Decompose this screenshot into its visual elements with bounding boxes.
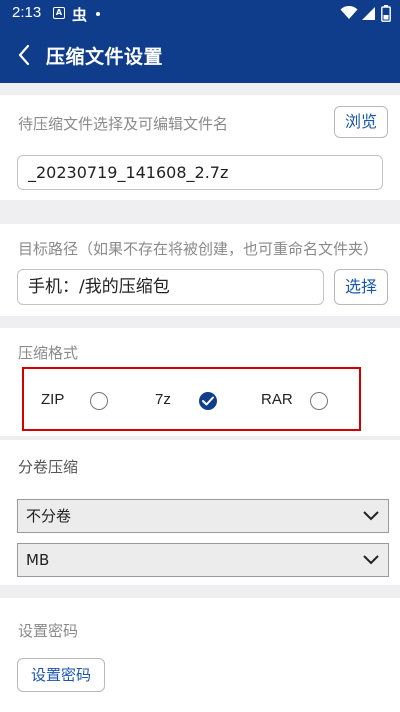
split-mode-selected: 不分卷 (26, 507, 72, 525)
split-volume-label: 分卷压缩 (18, 458, 79, 476)
split-mode-dropdown[interactable]: 不分卷 (17, 499, 389, 533)
status-time: 2:13 (12, 4, 42, 21)
format-options-highlight: ZIP 7z RAR (22, 367, 361, 431)
split-volume-section: 分卷压缩 不分卷 MB (0, 440, 400, 585)
format-radio-zip[interactable] (90, 392, 108, 410)
filename-section-label: 待压缩文件选择及可编辑文件名 (18, 115, 229, 133)
checkmark-icon (202, 396, 214, 406)
cellular-signal-icon (362, 7, 375, 20)
format-option-rar-label: RAR (261, 391, 293, 408)
password-section: 设置密码 设置密码 (0, 598, 400, 712)
status-bar: 2:13 A 虫 (0, 0, 400, 27)
split-unit-dropdown[interactable]: MB (17, 543, 389, 577)
chevron-down-icon (363, 555, 379, 565)
format-option-zip-label: ZIP (41, 391, 65, 408)
target-path-section: 目标路径（如果不存在将被创建，也可重命名文件夹） 手机：/我的压缩包 选择 (0, 224, 400, 316)
format-radio-rar[interactable] (310, 392, 328, 410)
browse-button[interactable]: 浏览 (334, 106, 388, 138)
format-radio-7z[interactable] (199, 392, 217, 410)
page-title: 压缩文件设置 (46, 46, 164, 68)
format-section-label: 压缩格式 (18, 344, 79, 362)
app-notification-icon: 虫 (72, 6, 88, 24)
battery-icon (381, 5, 391, 22)
split-unit-selected: MB (26, 551, 50, 569)
format-option-7z-label: 7z (155, 391, 171, 408)
target-path-label: 目标路径（如果不存在将被创建，也可重命名文件夹） (18, 240, 379, 258)
filename-section: 待压缩文件选择及可编辑文件名 浏览 _20230719_141608_2.7z (0, 95, 400, 200)
filename-input[interactable]: _20230719_141608_2.7z (17, 155, 383, 190)
wifi-icon (340, 6, 358, 19)
notification-dot-icon (96, 12, 100, 16)
choose-path-button[interactable]: 选择 (334, 269, 388, 305)
format-section: 压缩格式 ZIP 7z RAR (0, 328, 400, 436)
password-section-label: 设置密码 (18, 622, 79, 640)
chevron-down-icon (363, 511, 379, 521)
back-arrow-icon[interactable] (16, 43, 32, 67)
app-bar: 压缩文件设置 (0, 27, 400, 83)
target-path-input[interactable]: 手机：/我的压缩包 (17, 269, 324, 305)
set-password-button[interactable]: 设置密码 (17, 658, 105, 692)
notification-a-icon: A (53, 7, 65, 19)
